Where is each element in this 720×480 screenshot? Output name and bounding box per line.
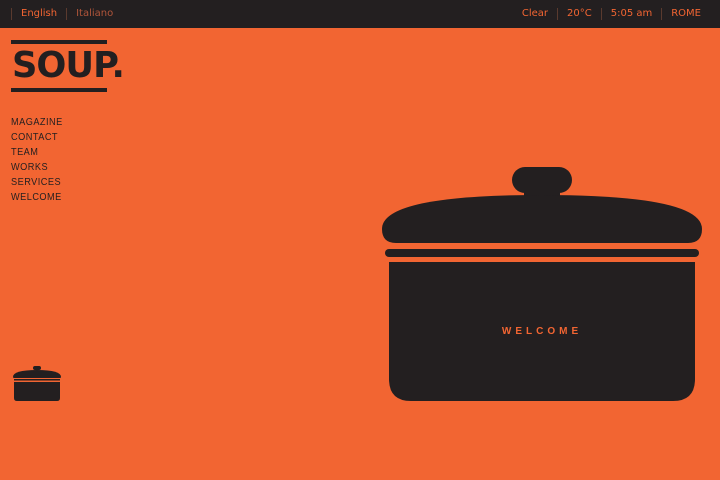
pot-illustration <box>382 167 702 401</box>
info-bar: Clear 20°C 5:05 am ROME <box>513 0 710 28</box>
city-text: ROME <box>671 8 701 19</box>
time-text: 5:05 am <box>610 8 653 19</box>
nav-item-welcome[interactable]: WELCOME <box>11 190 63 205</box>
top-bar: English Italiano Clear 20°C 5:05 am ROME <box>0 0 720 28</box>
language-english[interactable]: English <box>12 0 66 28</box>
nav-item-works[interactable]: WORKS <box>11 160 63 175</box>
welcome-label[interactable]: WELCOME <box>388 324 696 340</box>
logo-text: SOUP. <box>11 45 125 86</box>
language-italiano[interactable]: Italiano <box>67 0 122 28</box>
temperature-text: 20°C <box>567 8 592 19</box>
language-switcher: English Italiano <box>11 0 122 28</box>
main-nav: MAGAZINE CONTACT TEAM WORKS SERVICES WEL… <box>11 115 67 205</box>
nav-item-magazine[interactable]: MAGAZINE <box>11 115 63 130</box>
nav-item-contact[interactable]: CONTACT <box>11 130 63 145</box>
nav-item-team[interactable]: TEAM <box>11 145 63 160</box>
soup-logo[interactable]: SOUP. <box>11 40 125 92</box>
pot-icon[interactable] <box>12 366 62 402</box>
logo-bar-bottom <box>11 88 107 92</box>
weather-text: Clear <box>521 8 548 19</box>
nav-item-services[interactable]: SERVICES <box>11 175 63 190</box>
